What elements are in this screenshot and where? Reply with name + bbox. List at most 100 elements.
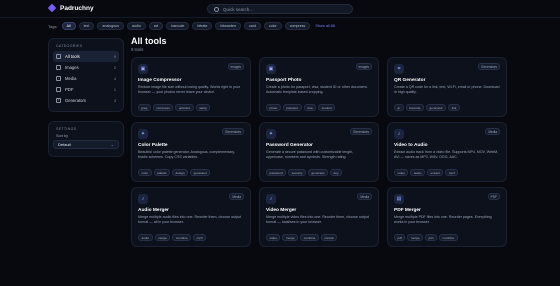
tool-tag[interactable]: jpeg bbox=[138, 104, 151, 111]
top-bar: Padruchny Quick search... bbox=[0, 0, 560, 18]
tool-tag[interactable]: visa bbox=[303, 104, 317, 111]
music-icon: ♪ bbox=[56, 76, 61, 81]
tool-description: Generate a secure password with customiz… bbox=[266, 150, 354, 159]
tag-chip[interactable]: avi bbox=[148, 22, 164, 30]
tool-tags: password security generator key bbox=[266, 169, 342, 176]
tool-tag[interactable]: student bbox=[318, 104, 336, 111]
tool-count: 9 tools bbox=[131, 47, 144, 52]
search-placeholder: Quick search... bbox=[223, 6, 254, 12]
tool-tag[interactable]: optimize bbox=[175, 104, 194, 111]
tool-tag[interactable]: concat bbox=[320, 234, 338, 241]
tag-chip[interactable]: text bbox=[78, 22, 95, 30]
tag-chip[interactable]: bitrate bbox=[192, 22, 213, 30]
category-item-media[interactable]: ♪ Media 4 bbox=[53, 73, 119, 84]
tool-tag[interactable]: audio bbox=[138, 234, 153, 241]
tool-tag[interactable]: qr bbox=[394, 104, 404, 111]
tool-tag[interactable]: merge bbox=[282, 234, 299, 241]
tool-tag[interactable]: combine bbox=[438, 234, 458, 241]
page-title: All tools bbox=[131, 36, 167, 46]
tag-chip[interactable]: audio bbox=[126, 22, 146, 30]
tool-tag[interactable]: video bbox=[394, 169, 409, 176]
tag-chip[interactable]: analogous bbox=[97, 22, 124, 30]
category-badge: Images bbox=[227, 63, 244, 70]
music-icon: ♪ bbox=[138, 194, 148, 204]
tool-description: Create a QR code for a link, text, Wi-Fi… bbox=[394, 85, 500, 94]
app-logo[interactable]: Padruchny bbox=[47, 3, 94, 13]
tool-tag[interactable]: photo bbox=[266, 104, 281, 111]
category-item-pdf[interactable]: PDF 1 bbox=[53, 84, 119, 95]
tool-tag[interactable]: design bbox=[172, 169, 189, 176]
tool-description: Extract audio track from a video file. S… bbox=[394, 150, 499, 159]
tool-card[interactable]: ♪ Media Video to Audio Extract audio track … bbox=[387, 122, 507, 182]
tag-chip[interactable]: All bbox=[61, 22, 76, 30]
tool-tag[interactable]: combine bbox=[300, 234, 319, 241]
tool-tag[interactable]: mp3 bbox=[193, 234, 207, 241]
category-label: Generators bbox=[65, 98, 86, 103]
category-label: Images bbox=[65, 65, 79, 70]
tool-tags: photo passport visa student bbox=[266, 104, 336, 111]
tool-tag[interactable]: palette bbox=[153, 169, 171, 176]
tool-tag[interactable]: audio bbox=[410, 169, 425, 176]
tool-tag[interactable]: passport bbox=[282, 104, 302, 111]
tool-card[interactable]: ▤ PDF PDF Merger Merge multiple PDF files i… bbox=[387, 187, 507, 247]
tool-tag[interactable]: compress bbox=[152, 104, 174, 111]
tool-tag[interactable]: generator bbox=[190, 169, 211, 176]
tool-tag[interactable]: mp3 bbox=[445, 169, 459, 176]
sparkle-icon: ✦ bbox=[266, 129, 276, 139]
settings-panel: SETTINGS Sort by Default ⌄ bbox=[48, 121, 124, 157]
tool-tag[interactable]: merge bbox=[154, 234, 171, 241]
tool-tag[interactable]: password bbox=[266, 169, 287, 176]
tool-tag[interactable]: security bbox=[288, 169, 306, 176]
tool-tag[interactable]: extract bbox=[426, 169, 444, 176]
tool-tag[interactable]: generator bbox=[307, 169, 329, 176]
tool-tag[interactable]: color bbox=[138, 169, 152, 176]
tool-tags: qr barcode generator link bbox=[394, 104, 460, 111]
tool-tags: audio merge combine mp3 bbox=[138, 234, 207, 241]
category-badge: Media bbox=[485, 128, 500, 135]
category-badge: Generators bbox=[222, 128, 244, 135]
category-item-all-tools[interactable]: All tools 9 bbox=[53, 51, 119, 62]
tool-title: Password Generator bbox=[266, 143, 313, 148]
category-badge: Generators bbox=[350, 128, 372, 135]
tool-card[interactable]: ✦ Generators Color Palette Beautiful color … bbox=[131, 122, 251, 182]
tool-tag[interactable]: join bbox=[425, 234, 437, 241]
category-badge: Media bbox=[229, 193, 244, 200]
tool-tag[interactable]: combine bbox=[172, 234, 192, 241]
category-badge: Images bbox=[355, 63, 372, 70]
tool-tag[interactable]: generator bbox=[425, 104, 447, 111]
category-badge: Generators bbox=[478, 63, 500, 70]
app-name: Padruchny bbox=[60, 4, 94, 12]
tool-tags: video audio extract mp3 bbox=[394, 169, 459, 176]
tag-chip[interactable]: compress bbox=[284, 22, 311, 30]
tag-chip[interactable]: color bbox=[263, 22, 282, 30]
tool-description: Merge multiple PDF files into one. Reord… bbox=[394, 215, 492, 224]
category-label: PDF bbox=[65, 87, 74, 92]
category-item-images[interactable]: Images 2 bbox=[53, 62, 119, 73]
tool-tag[interactable]: video bbox=[266, 234, 281, 241]
tool-card[interactable]: ♪ Media Video Merger Merge multiple video f… bbox=[259, 187, 379, 247]
tool-card[interactable]: ▣ Images Image Compressor Reduce image file… bbox=[131, 57, 251, 117]
category-count: 4 bbox=[113, 76, 116, 81]
category-item-generators[interactable]: ✦ Generators 3 bbox=[53, 95, 119, 106]
tool-tag[interactable]: merge bbox=[407, 234, 424, 241]
tag-chip[interactable]: card bbox=[243, 22, 261, 30]
tool-title: Video to Audio bbox=[394, 143, 428, 148]
tool-title: Passport Photo bbox=[266, 78, 302, 83]
image-icon: ▣ bbox=[266, 64, 276, 74]
tag-chip[interactable]: barcode bbox=[166, 22, 190, 30]
search-input[interactable]: Quick search... bbox=[207, 4, 353, 14]
file-icon: ▤ bbox=[394, 194, 404, 204]
tool-tag[interactable]: barcode bbox=[405, 104, 424, 111]
sort-select[interactable]: Default ⌄ bbox=[53, 140, 119, 149]
tool-card[interactable]: ⌗ Generators QR Generator Create a QR code … bbox=[387, 57, 507, 117]
tool-tag[interactable]: link bbox=[448, 104, 460, 111]
tool-tag[interactable]: key bbox=[330, 169, 342, 176]
category-label: All tools bbox=[65, 54, 80, 59]
tool-tag[interactable]: webp bbox=[195, 104, 211, 111]
tool-card[interactable]: ▣ Images Passport Photo Create a photo for … bbox=[259, 57, 379, 117]
tool-card[interactable]: ✦ Generators Password Generator Generate a … bbox=[259, 122, 379, 182]
tool-tag[interactable]: pdf bbox=[394, 234, 406, 241]
tag-chip[interactable]: bitwarden bbox=[215, 22, 241, 30]
show-all-tags-link[interactable]: Show all 88 bbox=[315, 24, 335, 28]
tool-card[interactable]: ♪ Media Audio Merger Merge multiple audio f… bbox=[131, 187, 251, 247]
